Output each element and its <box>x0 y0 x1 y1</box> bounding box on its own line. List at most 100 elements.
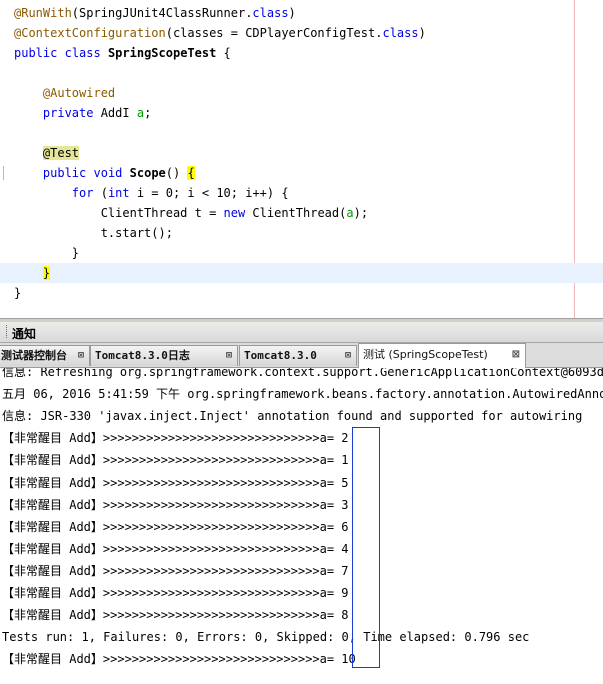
console-line: 【非常醒目 Add】>>>>>>>>>>>>>>>>>>>>>>>>>>>>>>… <box>2 652 356 667</box>
code-token: void <box>93 166 123 180</box>
code-line[interactable] <box>0 63 603 83</box>
console-line: 【非常醒目 Add】>>>>>>>>>>>>>>>>>>>>>>>>>>>>>>… <box>2 453 349 468</box>
console-line: 信息: Refreshing org.springframework.conte… <box>2 368 603 379</box>
code-token: (SpringJUnit4ClassRunner. <box>71 6 253 20</box>
code-line[interactable]: } <box>0 283 603 303</box>
code-token: t.start(); <box>14 226 173 240</box>
code-token: } <box>14 286 22 300</box>
tab-label: Tomcat8.3.0日志 <box>95 349 190 362</box>
console-output[interactable]: 信息: Refreshing org.springframework.conte… <box>0 368 603 684</box>
tab-test-spring-scope[interactable]: 测试 (SpringScopeTest) ⊠ <box>358 343 526 368</box>
code-token: public <box>42 166 87 180</box>
console-line: 【非常醒目 Add】>>>>>>>>>>>>>>>>>>>>>>>>>>>>>>… <box>2 519 349 534</box>
code-line[interactable]: @RunWith(SpringJUnit4ClassRunner.class) <box>0 3 603 23</box>
console-line: 【非常醒目 Add】>>>>>>>>>>>>>>>>>>>>>>>>>>>>>>… <box>2 475 349 490</box>
code-token: a <box>136 106 145 120</box>
code-line-text: } <box>14 283 21 303</box>
output-tab-strip: 测试器控制台 ⊠ Tomcat8.3.0日志 ⊠ Tomcat8.3.0 ⊠ 测… <box>0 343 603 368</box>
code-token: { <box>216 46 231 60</box>
code-line-text: private AddI a; <box>14 103 151 123</box>
code-line[interactable]: } <box>0 243 603 263</box>
code-token: class <box>382 26 419 40</box>
tab-tomcat[interactable]: Tomcat8.3.0 ⊠ <box>239 345 357 366</box>
code-line-text: ClientThread t = new ClientThread(a); <box>14 203 368 223</box>
close-icon[interactable]: ⊠ <box>226 346 232 366</box>
code-line-text: @RunWith(SpringJUnit4ClassRunner.class) <box>14 3 296 23</box>
code-token: () <box>165 166 188 180</box>
code-line[interactable]: public class SpringScopeTest { <box>0 43 603 63</box>
code-token: { <box>187 166 195 180</box>
code-line-text: public class SpringScopeTest { <box>14 43 231 63</box>
code-token: ( <box>93 186 108 200</box>
tab-label: 测试 (SpringScopeTest) <box>363 348 488 361</box>
code-token: class <box>64 46 101 60</box>
code-token: for <box>71 186 94 200</box>
tab-label: Tomcat8.3.0 <box>244 349 317 362</box>
close-icon[interactable]: ⊠ <box>512 344 520 366</box>
code-token: a <box>346 206 354 220</box>
code-line[interactable]: ClientThread t = new ClientThread(a); <box>0 203 603 223</box>
tab-label: 测试器控制台 <box>1 349 67 362</box>
console-line: 【非常醒目 Add】>>>>>>>>>>>>>>>>>>>>>>>>>>>>>>… <box>2 608 349 623</box>
code-token: (classes = CDPlayerConfigTest. <box>165 26 383 40</box>
code-token: } <box>14 246 80 260</box>
code-line[interactable]: @Test <box>0 143 603 163</box>
console-line: 【非常醒目 Add】>>>>>>>>>>>>>>>>>>>>>>>>>>>>>>… <box>2 497 349 512</box>
code-line[interactable] <box>0 123 603 143</box>
notification-label[interactable]: 通知 <box>12 325 36 342</box>
close-icon[interactable]: ⊠ <box>345 346 351 366</box>
code-line[interactable]: @Autowired <box>0 83 603 103</box>
code-token: Scope <box>129 166 166 180</box>
console-line: 【非常醒目 Add】>>>>>>>>>>>>>>>>>>>>>>>>>>>>>>… <box>2 586 349 600</box>
code-token: ) <box>418 26 426 40</box>
code-line[interactable]: t.start(); <box>0 223 603 243</box>
code-line[interactable]: for (int i = 0; i < 10; i++) { <box>0 183 603 203</box>
code-token: } <box>42 266 51 280</box>
code-line-text: public void Scope() { <box>14 163 195 183</box>
code-line[interactable]: private AddI a; <box>0 103 603 123</box>
code-line-text: } <box>14 243 79 263</box>
code-line[interactable]: @ContextConfiguration(classes = CDPlayer… <box>0 23 603 43</box>
code-editor[interactable]: @RunWith(SpringJUnit4ClassRunner.class) @… <box>0 0 603 318</box>
code-token: @Test <box>42 146 80 160</box>
code-line-text: @Test <box>14 143 80 163</box>
code-line-text: } <box>14 263 51 283</box>
console-line: 【非常醒目 Add】>>>>>>>>>>>>>>>>>>>>>>>>>>>>>>… <box>2 541 349 556</box>
code-token: new <box>223 206 246 220</box>
code-token: ) <box>288 6 296 20</box>
code-token: @Autowired <box>42 86 116 100</box>
code-token: public <box>14 46 58 60</box>
value-highlight-box <box>352 427 380 668</box>
code-line[interactable]: public void Scope() { <box>0 163 603 183</box>
code-token: private <box>42 106 94 120</box>
code-line-text: @ContextConfiguration(classes = CDPlayer… <box>14 23 426 43</box>
code-token: class <box>252 6 289 20</box>
code-token: ); <box>353 206 369 220</box>
code-token: SpringScopeTest <box>107 46 217 60</box>
toolbar-grip[interactable] <box>0 325 7 338</box>
console-line: 【非常醒目 Add】>>>>>>>>>>>>>>>>>>>>>>>>>>>>>>… <box>2 563 349 578</box>
close-icon[interactable]: ⊠ <box>78 346 84 366</box>
code-token: int <box>107 186 130 200</box>
code-line-text: for (int i = 0; i < 10; i++) { <box>14 183 289 203</box>
tab-tomcat-log[interactable]: Tomcat8.3.0日志 ⊠ <box>90 345 238 366</box>
code-token: ClientThread t = <box>14 206 224 220</box>
code-token: @RunWith <box>14 6 72 20</box>
code-line-text: t.start(); <box>14 223 173 243</box>
code-line-text: @Autowired <box>14 83 115 103</box>
code-line[interactable]: } <box>0 263 603 283</box>
code-token: @ContextConfiguration <box>14 26 166 40</box>
code-token: AddI <box>93 106 137 120</box>
console-line: Tests run: 1, Failures: 0, Errors: 0, Sk… <box>2 630 530 645</box>
tab-tester-console[interactable]: 测试器控制台 ⊠ <box>0 345 90 366</box>
code-token: ClientThread( <box>245 206 347 220</box>
